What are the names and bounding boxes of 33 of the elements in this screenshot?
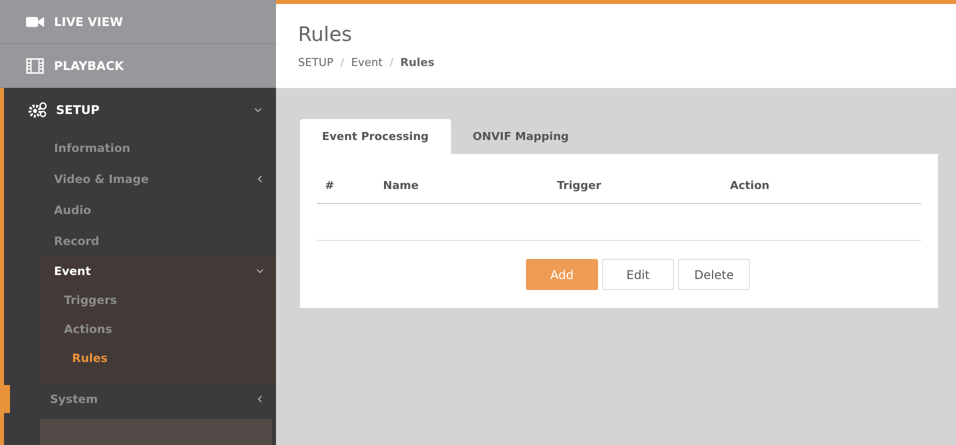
nav-item[interactable]: Actions [40,314,276,343]
film-icon [26,58,44,74]
breadcrumb-separator: / [390,56,394,69]
add-button[interactable]: Add [526,259,598,290]
column-header: Action [730,179,770,192]
tab[interactable]: Event Processing [300,119,451,154]
nav-item[interactable]: SETUP [4,88,276,132]
nav-item[interactable]: LIVE VIEW [0,0,276,44]
tab[interactable]: ONVIF Mapping [450,119,591,154]
edit-button[interactable]: Edit [602,259,674,290]
gears-icon [28,102,48,118]
nav-item[interactable]: Rules [40,343,276,372]
nav-item[interactable]: Information [4,132,276,163]
column-header: # [325,179,336,192]
chevron-down-icon [254,106,262,114]
nav-item[interactable]: Record [4,225,276,256]
chevron-down-icon [256,266,264,274]
nav-item[interactable]: Video & Image [4,163,276,194]
breadcrumb-separator: / [340,56,344,69]
nav-item[interactable]: System [10,384,276,413]
nav-item[interactable]: Audio [4,194,276,225]
nav-item[interactable]: PLAYBACK [0,44,276,88]
column-header: Trigger [557,179,602,192]
breadcrumb-item[interactable]: Event [351,56,383,69]
page-title: Rules [298,22,353,46]
chevron-left-icon [256,394,264,402]
breadcrumb-item[interactable]: SETUP [298,56,334,69]
nav-item[interactable]: Triggers [40,285,276,314]
breadcrumb-item: Rules [400,56,434,69]
delete-button[interactable]: Delete [678,259,750,290]
video-camera-icon [26,16,44,28]
chevron-left-icon [256,174,264,182]
column-header: Name [383,179,420,192]
